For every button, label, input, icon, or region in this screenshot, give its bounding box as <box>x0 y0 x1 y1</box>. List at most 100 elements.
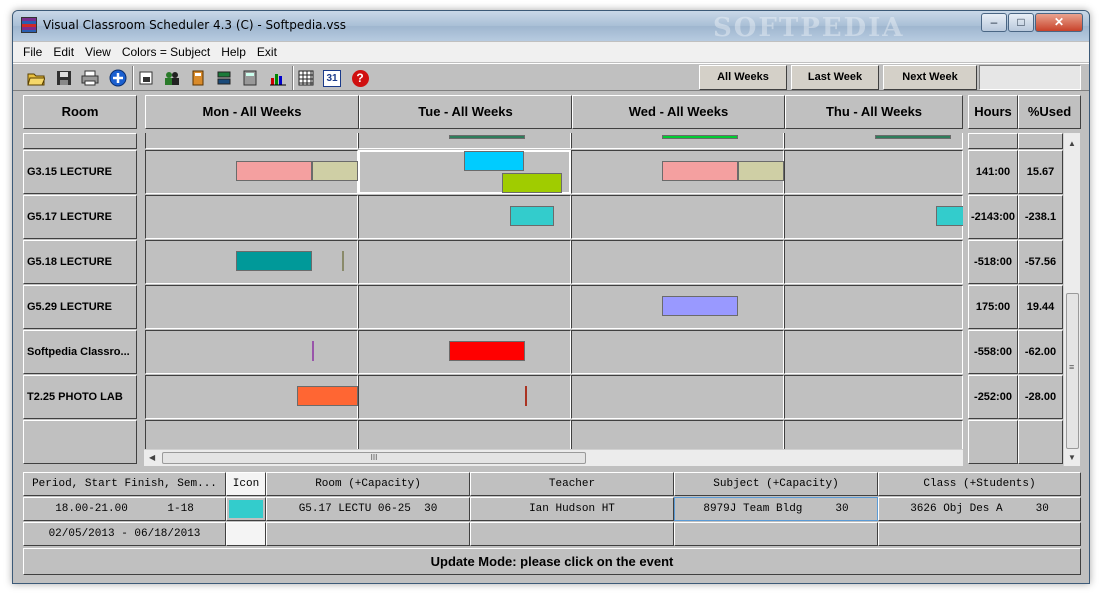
minimize-button[interactable]: – <box>981 13 1007 32</box>
scroll-up-icon[interactable]: ▲ <box>1068 139 1076 148</box>
room-cell[interactable]: G5.18 LECTURE <box>23 240 137 284</box>
used-cell-empty <box>1018 420 1063 464</box>
wed-column-header[interactable]: Wed - All Weeks <box>572 95 785 129</box>
icon-cell-empty[interactable] <box>226 522 266 546</box>
menu-help[interactable]: Help <box>213 42 249 59</box>
menu-exit[interactable]: Exit <box>249 42 280 59</box>
menu-edit[interactable]: Edit <box>45 42 77 59</box>
day-cell[interactable] <box>145 330 358 374</box>
event-block[interactable] <box>236 161 312 181</box>
event-block[interactable] <box>875 135 951 139</box>
maximize-button[interactable]: □ <box>1008 13 1034 32</box>
event-block[interactable] <box>464 151 524 171</box>
day-cell[interactable] <box>784 150 963 194</box>
day-cell[interactable] <box>571 195 784 239</box>
tue-column-header[interactable]: Tue - All Weeks <box>359 95 572 129</box>
add-icon[interactable] <box>107 67 129 89</box>
day-cell[interactable] <box>571 330 784 374</box>
used-cell: -238.1 <box>1018 195 1063 239</box>
subject-value[interactable]: 8979J Team Bldg 30 <box>674 497 878 521</box>
day-cell[interactable] <box>145 285 358 329</box>
event-block[interactable] <box>936 206 963 226</box>
day-cell[interactable] <box>358 240 571 284</box>
room-cell[interactable]: G5.29 LECTURE <box>23 285 137 329</box>
next-week-button[interactable]: Next Week <box>883 65 977 90</box>
teacher-value-empty[interactable] <box>470 522 674 546</box>
title-bar[interactable]: Visual Classroom Scheduler 4.3 (C) - Sof… <box>13 11 1089 43</box>
room-cell[interactable]: G5.17 LECTURE <box>23 195 137 239</box>
vertical-scroll-thumb[interactable]: ≡ <box>1066 293 1079 449</box>
people-icon[interactable] <box>161 67 183 89</box>
event-block[interactable] <box>449 135 525 139</box>
subject-value-empty[interactable] <box>674 522 878 546</box>
event-block[interactable] <box>297 386 358 406</box>
book-icon[interactable] <box>187 67 209 89</box>
event-block[interactable] <box>342 251 344 271</box>
day-cell[interactable] <box>571 240 784 284</box>
day-cell[interactable] <box>358 285 571 329</box>
app-window: Visual Classroom Scheduler 4.3 (C) - Sof… <box>12 10 1090 584</box>
thu-column-header[interactable]: Thu - All Weeks <box>785 95 963 129</box>
day-cell[interactable] <box>784 375 963 419</box>
event-block[interactable] <box>525 386 527 406</box>
icon-cell[interactable] <box>226 497 266 521</box>
room-cell[interactable]: Softpedia Classro... <box>23 330 137 374</box>
menu-file[interactable]: File <box>13 42 45 59</box>
scroll-left-icon[interactable]: ◀ <box>149 453 155 462</box>
day-cell[interactable] <box>571 375 784 419</box>
scroll-down-icon[interactable]: ▼ <box>1068 453 1076 462</box>
class-value[interactable]: 3626 Obj Des A 30 <box>878 497 1081 521</box>
bar-chart-icon[interactable] <box>267 67 289 89</box>
horizontal-scrollbar[interactable]: ◀ III <box>144 449 963 466</box>
room-value[interactable]: G5.17 LECTU 06-25 30 <box>266 497 470 521</box>
event-block[interactable] <box>738 161 784 181</box>
hours-cell: 141:00 <box>968 150 1018 194</box>
calendar-icon[interactable]: 31 <box>321 67 343 89</box>
week-display-field[interactable] <box>979 65 1081 90</box>
class-value-empty[interactable] <box>878 522 1081 546</box>
menu-colors[interactable]: Colors = Subject <box>114 42 213 59</box>
grid-icon[interactable] <box>295 67 317 89</box>
day-cell[interactable] <box>145 195 358 239</box>
event-block[interactable] <box>236 251 312 271</box>
save-icon[interactable] <box>53 67 75 89</box>
day-cell[interactable] <box>145 133 358 149</box>
room-value-empty[interactable] <box>266 522 470 546</box>
calculator-icon[interactable] <box>239 67 261 89</box>
period-value[interactable]: 18.00-21.00 1-18 <box>23 497 226 521</box>
event-block[interactable] <box>312 341 314 361</box>
menu-view[interactable]: View <box>77 42 114 59</box>
new-window-icon[interactable] <box>135 67 157 89</box>
date-range-value[interactable]: 02/05/2013 - 06/18/2013 <box>23 522 226 546</box>
event-block[interactable] <box>662 161 738 181</box>
sorter-icon[interactable] <box>213 67 235 89</box>
open-folder-icon[interactable] <box>25 67 47 89</box>
day-cell[interactable] <box>358 375 571 419</box>
print-icon[interactable] <box>79 67 101 89</box>
event-block[interactable] <box>662 135 738 139</box>
hours-column-header[interactable]: Hours <box>968 95 1018 129</box>
day-cell[interactable] <box>784 330 963 374</box>
help-icon[interactable]: ? <box>349 67 371 89</box>
event-block[interactable] <box>312 161 358 181</box>
teacher-value[interactable]: Ian Hudson HT <box>470 497 674 521</box>
vertical-scrollbar[interactable]: ▲ ≡ ▼ <box>1063 133 1080 466</box>
room-cell[interactable]: G3.15 LECTURE <box>23 150 137 194</box>
room-column-header[interactable]: Room <box>23 95 137 129</box>
event-block[interactable] <box>662 296 738 316</box>
room-cell[interactable]: T2.25 PHOTO LAB <box>23 375 137 419</box>
all-weeks-button[interactable]: All Weeks <box>699 65 787 90</box>
day-cell[interactable] <box>784 285 963 329</box>
mon-column-header[interactable]: Mon - All Weeks <box>145 95 359 129</box>
schedule-grid[interactable] <box>144 133 963 455</box>
event-block[interactable] <box>510 206 554 226</box>
event-block[interactable] <box>449 341 525 361</box>
day-cell[interactable] <box>784 240 963 284</box>
used-column-header[interactable]: %Used <box>1018 95 1081 129</box>
room-cell-empty[interactable] <box>23 420 137 464</box>
close-button[interactable]: ✕ <box>1035 13 1083 32</box>
last-week-button[interactable]: Last Week <box>791 65 879 90</box>
event-block[interactable] <box>502 173 562 193</box>
hours-cell: -252:00 <box>968 375 1018 419</box>
horizontal-scroll-thumb[interactable]: III <box>162 452 586 464</box>
